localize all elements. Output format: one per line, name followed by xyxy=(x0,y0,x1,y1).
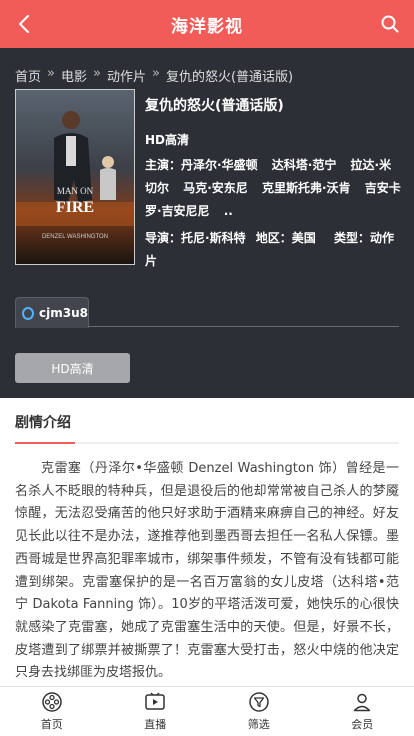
svg-text:FIRE: FIRE xyxy=(56,199,94,216)
region-link[interactable]: 美国 xyxy=(292,231,316,245)
search-button[interactable] xyxy=(378,12,402,36)
director-label: 导演： xyxy=(145,231,182,245)
movie-title: 复仇的怒火(普通话版) xyxy=(145,98,284,114)
svg-text:MAN ON: MAN ON xyxy=(57,186,94,196)
breadcrumb: 首页 » 电影 » 动作片 » 复仇的怒火(普通话版) xyxy=(15,66,293,85)
top-header: 海洋影视 xyxy=(0,0,414,48)
breadcrumb-separator: » xyxy=(151,66,160,81)
source-tab-label: cjm3u8 xyxy=(39,306,88,320)
tabbar-home[interactable]: 首页 xyxy=(0,687,104,736)
cast-link[interactable]: 达科塔·范宁 xyxy=(272,158,337,172)
movie-cast: 主演：丹泽尔·华盛顿 达科塔·范宁 拉达·米切尔 马克·安东尼 克里斯托弗·沃肯… xyxy=(145,154,403,223)
source-ring-icon xyxy=(22,306,35,320)
director-link[interactable]: 托尼·斯科特 xyxy=(181,231,246,245)
movie-info: 复仇的怒火(普通话版) HD高清 主演：丹泽尔·华盛顿 达科塔·范宁 拉达·米切… xyxy=(145,96,403,273)
movie-poster[interactable]: MAN ON FIRE DENZEL WASHINGTON xyxy=(15,89,135,265)
movie-quality: HD高清 xyxy=(145,133,190,147)
tabbar-filter[interactable]: 筛选 xyxy=(207,687,311,736)
page-title: 海洋影视 xyxy=(171,16,243,37)
user-icon xyxy=(354,693,371,712)
tabbar-home-label: 首页 xyxy=(40,718,63,731)
intro-section-header: 剧情介绍 xyxy=(15,412,399,444)
cast-link[interactable]: 克里斯托弗·沃肯 xyxy=(262,181,351,195)
poster-image: MAN ON FIRE DENZEL WASHINGTON xyxy=(16,90,134,264)
source-tabs: cjm3u8 xyxy=(15,297,399,328)
genre-label: 类型： xyxy=(333,231,370,245)
episode-button[interactable]: HD高清 xyxy=(15,353,130,383)
cast-label: 主演： xyxy=(145,158,182,172)
tabbar-member[interactable]: 会员 xyxy=(311,687,414,736)
tabbar-live-label: 直播 xyxy=(144,718,167,731)
region-label: 地区： xyxy=(255,231,292,245)
svg-text:DENZEL WASHINGTON: DENZEL WASHINGTON xyxy=(42,234,108,240)
source-tab-cjm3u8[interactable]: cjm3u8 xyxy=(15,297,89,328)
search-icon xyxy=(381,15,399,33)
chevron-left-icon xyxy=(18,14,30,34)
breadcrumb-current: 复仇的怒火(普通话版) xyxy=(165,70,294,85)
cast-link[interactable]: 丹泽尔·华盛顿 xyxy=(181,158,258,172)
intro-text: 克雷塞（丹泽尔•华盛顿 Denzel Washington 饰）曾经是一名杀人不… xyxy=(15,461,399,681)
breadcrumb-separator: » xyxy=(47,66,55,81)
intro-underline xyxy=(15,442,75,444)
intro-heading: 剧情介绍 xyxy=(15,415,71,431)
cast-link[interactable]: 马克·安东尼 xyxy=(183,181,248,195)
cast-more[interactable]: .. xyxy=(224,204,233,218)
breadcrumb-movies[interactable]: 电影 xyxy=(61,66,87,85)
tabbar-live[interactable]: 直播 xyxy=(104,687,208,736)
breadcrumb-home[interactable]: 首页 xyxy=(15,66,41,85)
filter-icon xyxy=(249,692,269,712)
movie-detail-panel: 首页 » 电影 » 动作片 » 复仇的怒火(普通话版) MAN ON FIRE … xyxy=(0,48,414,398)
tabbar-member-label: 会员 xyxy=(351,718,374,731)
breadcrumb-separator: » xyxy=(93,66,101,81)
tabbar-filter-label: 筛选 xyxy=(247,718,270,731)
bottom-tabbar: 首页 直播 筛选 会员 xyxy=(0,686,414,736)
breadcrumb-action[interactable]: 动作片 xyxy=(107,66,146,85)
tv-play-icon xyxy=(145,692,165,710)
film-reel-icon xyxy=(42,692,62,712)
back-button[interactable] xyxy=(12,12,36,36)
movie-meta: 导演：托尼·斯科特 地区：美国 类型：动作片 xyxy=(145,227,403,273)
